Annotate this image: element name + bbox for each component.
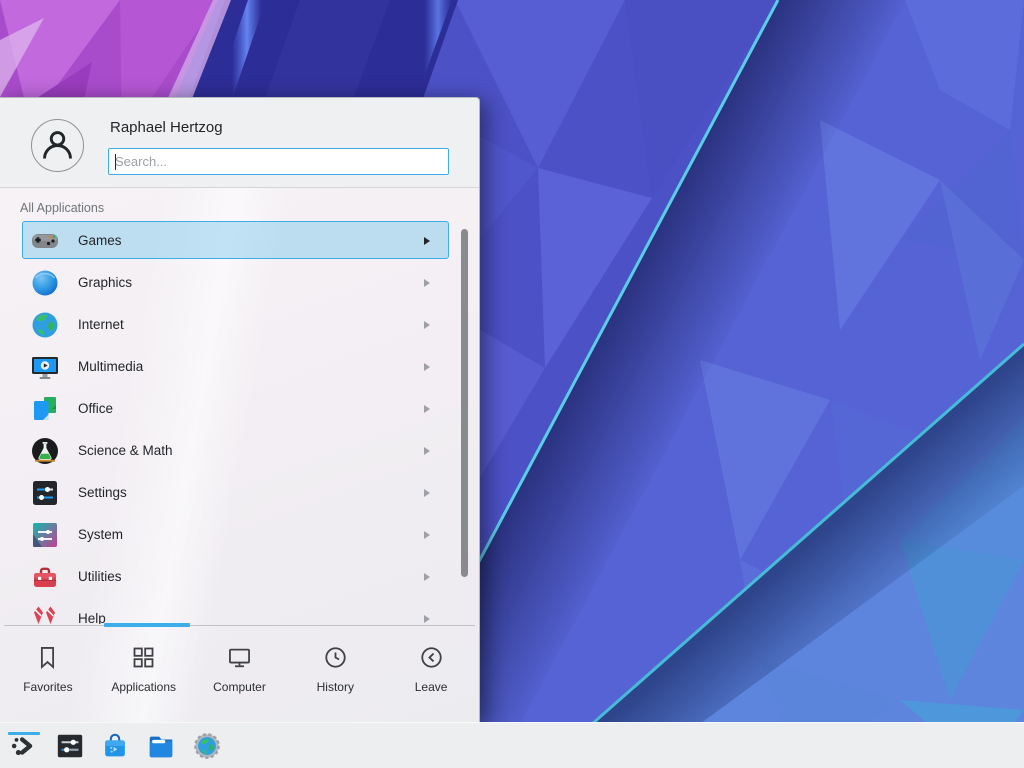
- submenu-arrow-icon: [424, 363, 430, 371]
- submenu-arrow-icon: [424, 531, 430, 539]
- submenu-arrow-icon: [424, 573, 430, 581]
- multimedia-icon: [29, 351, 61, 383]
- category-row-graphics[interactable]: Graphics: [0, 262, 479, 304]
- submenu-arrow-icon: [424, 405, 430, 413]
- submenu-arrow-icon: [424, 489, 430, 497]
- file-manager-button[interactable]: [146, 731, 176, 761]
- launcher-header: Raphael Hertzog: [0, 98, 479, 188]
- help-icon: [29, 603, 61, 624]
- scrollbar[interactable]: [461, 229, 468, 577]
- search-box: [108, 148, 449, 175]
- settings-icon: [29, 477, 61, 509]
- category-row-utilities[interactable]: Utilities: [0, 556, 479, 598]
- submenu-arrow-icon: [424, 615, 430, 623]
- applications-icon: [130, 644, 157, 671]
- category-row-science-math[interactable]: Science & Math: [0, 430, 479, 472]
- web-browser-button[interactable]: [192, 731, 222, 761]
- user-name: Raphael Hertzog: [110, 119, 223, 136]
- office-icon: [29, 393, 61, 425]
- active-tab-indicator: [104, 623, 190, 627]
- leave-icon: [418, 644, 445, 671]
- category-row-help[interactable]: Help: [0, 598, 479, 624]
- submenu-arrow-icon: [424, 237, 430, 245]
- history-icon: [322, 644, 349, 671]
- category-row-office[interactable]: Office: [0, 388, 479, 430]
- system-settings-button[interactable]: [55, 731, 85, 761]
- application-launcher-button[interactable]: [9, 731, 39, 761]
- submenu-arrow-icon: [424, 279, 430, 287]
- submenu-arrow-icon: [424, 447, 430, 455]
- submenu-arrow-icon: [424, 321, 430, 329]
- tab-leave[interactable]: Leave: [383, 629, 479, 723]
- search-input[interactable]: [115, 150, 435, 173]
- launcher-tab-bar: Favorites Applications Computer History …: [0, 629, 479, 723]
- system-icon: [29, 519, 61, 551]
- tabbar-separator: [4, 625, 475, 626]
- science-icon: [29, 435, 61, 467]
- tab-history[interactable]: History: [287, 629, 383, 723]
- games-icon: [29, 225, 61, 257]
- internet-icon: [29, 309, 61, 341]
- graphics-icon: [29, 267, 61, 299]
- category-row-multimedia[interactable]: Multimedia: [0, 346, 479, 388]
- tab-applications[interactable]: Applications: [96, 629, 192, 723]
- taskbar-panel: ES 7:03 PM 4/24/21: [0, 722, 1024, 768]
- category-list: Games Graphics Internet Multimedia Offic…: [0, 220, 479, 624]
- computer-icon: [226, 644, 253, 671]
- tab-computer[interactable]: Computer: [192, 629, 288, 723]
- user-avatar: [31, 119, 84, 172]
- desktop: Raphael Hertzog All Applications Games G…: [0, 0, 1024, 768]
- section-label: All Applications: [20, 201, 104, 215]
- utilities-icon: [29, 561, 61, 593]
- discover-button[interactable]: [100, 731, 130, 761]
- category-row-games[interactable]: Games: [0, 220, 479, 262]
- category-row-internet[interactable]: Internet: [0, 304, 479, 346]
- application-launcher-popup: Raphael Hertzog All Applications Games G…: [0, 97, 480, 722]
- category-row-settings[interactable]: Settings: [0, 472, 479, 514]
- favorites-icon: [34, 644, 61, 671]
- active-task-indicator: [8, 732, 40, 735]
- tab-favorites[interactable]: Favorites: [0, 629, 96, 723]
- category-row-system[interactable]: System: [0, 514, 479, 556]
